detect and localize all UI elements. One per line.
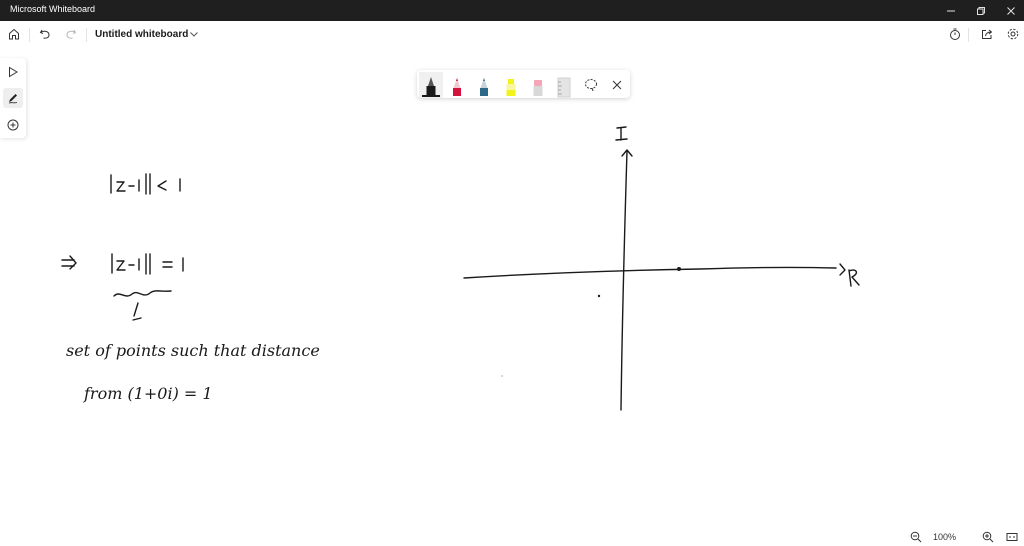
blue-pen-icon <box>480 78 488 96</box>
document-title[interactable]: Untitled whiteboard <box>95 29 188 40</box>
zoom-out-button[interactable] <box>908 529 924 545</box>
minimize-button[interactable] <box>936 0 966 21</box>
imaginary-axis <box>620 150 628 411</box>
zoom-out-icon <box>910 531 922 543</box>
zoom-controls: 100% <box>898 527 1024 546</box>
ink-note-line2: from (1+0i) = 1 <box>83 384 213 403</box>
yellow-highlighter-button[interactable] <box>499 72 523 98</box>
settings-icon <box>1007 28 1019 40</box>
share-button[interactable] <box>978 25 996 43</box>
blue-pen-button[interactable] <box>472 72 496 98</box>
pen-tray <box>417 70 630 98</box>
black-pen-button[interactable] <box>419 72 443 98</box>
select-tool-button[interactable] <box>3 62 23 82</box>
real-axis-arrowhead <box>839 263 846 276</box>
left-toolbar <box>0 58 26 138</box>
close-icon <box>1007 6 1015 15</box>
add-button[interactable] <box>3 115 23 135</box>
black-pen-icon <box>422 77 440 97</box>
zoom-level: 100% <box>933 532 957 542</box>
zoom-in-icon <box>982 531 994 543</box>
inking-tool-button[interactable] <box>3 88 23 108</box>
ink-note-line1: set of points such that distance <box>66 341 320 360</box>
eraser-button[interactable] <box>526 72 550 98</box>
title-bar: Microsoft Whiteboard <box>0 0 1024 21</box>
close-pen-tray-button[interactable] <box>605 72 629 98</box>
ink-implies-arrow <box>61 255 77 270</box>
plus-circle-icon <box>7 119 19 131</box>
ruler-icon <box>557 77 571 98</box>
share-icon <box>982 29 993 39</box>
ruler-button[interactable] <box>552 72 576 98</box>
ink-expression-equality <box>111 253 184 321</box>
ink-layer: set of points such that distance from (1… <box>61 126 860 411</box>
minimize-icon <box>947 10 955 11</box>
timer-icon <box>950 28 960 40</box>
close-window-button[interactable] <box>996 0 1024 21</box>
pen-icon <box>8 94 18 104</box>
ink-axes <box>463 126 860 411</box>
point-1-plus-0i <box>677 267 681 271</box>
redo-button[interactable] <box>62 25 80 43</box>
lasso-button[interactable] <box>579 72 603 98</box>
pointer-icon <box>9 66 18 78</box>
divider <box>968 28 969 42</box>
red-pen-icon <box>453 78 461 96</box>
red-pen-button[interactable] <box>445 72 469 98</box>
whiteboard-canvas[interactable]: set of points such that distance from (1… <box>0 48 1024 546</box>
divider <box>86 28 87 42</box>
fit-to-screen-button[interactable] <box>1004 529 1020 545</box>
undo-icon <box>39 29 50 39</box>
lasso-icon <box>585 79 597 92</box>
title-dropdown-button[interactable] <box>185 25 203 43</box>
settings-button[interactable] <box>1004 25 1022 43</box>
chevron-down-icon <box>190 32 198 37</box>
eraser-icon <box>533 80 543 96</box>
window-title: Microsoft Whiteboard <box>10 4 96 14</box>
stray-dot <box>597 294 601 298</box>
home-button[interactable] <box>5 25 23 43</box>
undo-button[interactable] <box>36 25 54 43</box>
timer-button[interactable] <box>946 25 964 43</box>
fit-to-screen-icon <box>1006 533 1018 541</box>
app-bar: Untitled whiteboard <box>0 21 1024 48</box>
highlighter-icon <box>506 79 516 96</box>
restore-button[interactable] <box>966 0 996 21</box>
ink-expression-inequality <box>110 173 181 195</box>
home-icon <box>9 28 19 40</box>
divider <box>29 28 30 42</box>
zoom-in-button[interactable] <box>980 529 996 545</box>
restore-icon <box>977 6 985 15</box>
close-icon <box>612 80 622 90</box>
redo-icon <box>66 29 77 39</box>
stray-dot <box>501 375 503 377</box>
imaginary-axis-label <box>615 126 628 141</box>
real-axis-label <box>848 269 860 287</box>
real-axis <box>463 266 837 279</box>
